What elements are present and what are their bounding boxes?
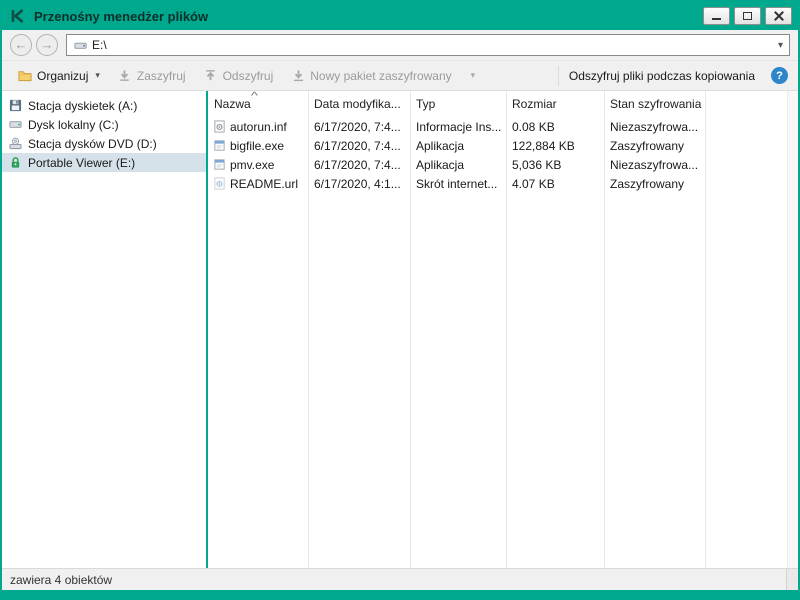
main-area: Stacja dyskietek (A:) Dysk lokalny (C:) …	[2, 91, 798, 568]
hard-drive-icon	[8, 117, 23, 132]
file-name: bigfile.exe	[230, 139, 284, 153]
toolbar: Organizuj ▾ Zaszyfruj Odszyfruj Nowy pak…	[2, 61, 798, 91]
window-controls	[703, 7, 792, 25]
maximize-icon	[743, 12, 752, 20]
file-row[interactable]: README.url 6/17/2020, 4:1... Skrót inter…	[208, 174, 798, 193]
file-row[interactable]: pmv.exe 6/17/2020, 7:4... Aplikacja 5,03…	[208, 155, 798, 174]
file-encryption-status: Niezaszyfrowa...	[604, 158, 704, 172]
resize-grip[interactable]	[786, 569, 798, 590]
decrypt-label: Odszyfruj	[223, 69, 274, 83]
encrypt-label: Zaszyfruj	[137, 69, 186, 83]
column-header-encryption[interactable]: Stan szyfrowania	[604, 97, 704, 111]
file-type: Aplikacja	[410, 158, 506, 172]
system-file-icon	[212, 120, 226, 134]
file-size: 0.08 KB	[506, 120, 604, 134]
file-list-pane: ^ Nazwa Data modyfika... Typ Rozmiar Sta…	[208, 91, 798, 568]
column-headers: Nazwa Data modyfika... Typ Rozmiar Stan …	[208, 91, 798, 117]
drive-icon	[73, 38, 87, 52]
dvd-drive-icon	[8, 136, 23, 151]
sidebar-item-label: Dysk lokalny (C:)	[28, 118, 119, 132]
url-file-icon	[212, 177, 226, 191]
application-file-icon	[212, 158, 226, 172]
file-type: Aplikacja	[410, 139, 506, 153]
file-row[interactable]: bigfile.exe 6/17/2020, 7:4... Aplikacja …	[208, 136, 798, 155]
status-text: zawiera 4 obiektów	[10, 573, 112, 587]
sidebar-item-label: Portable Viewer (E:)	[28, 156, 135, 170]
file-encryption-status: Niezaszyfrowa...	[604, 120, 704, 134]
encrypt-arrow-icon	[118, 69, 132, 83]
back-button[interactable]: ←	[10, 34, 32, 56]
minimize-icon	[712, 18, 721, 20]
sidebar-item-local-c[interactable]: Dysk lokalny (C:)	[2, 115, 206, 134]
help-button[interactable]: ?	[771, 67, 788, 84]
window-title: Przenośny menedżer plików	[34, 9, 208, 24]
application-file-icon	[212, 139, 226, 153]
sidebar-item-dvd-d[interactable]: Stacja dysków DVD (D:)	[2, 134, 206, 153]
column-header-size[interactable]: Rozmiar	[506, 97, 604, 111]
app-window: Przenośny menedżer plików ← → E:\ ▾ Orga…	[0, 0, 800, 600]
file-name: autorun.inf	[230, 120, 287, 134]
new-encrypted-package-label: Nowy pakiet zaszyfrowany	[310, 69, 451, 83]
file-modified: 6/17/2020, 7:4...	[308, 120, 410, 134]
sidebar-item-portable-viewer-e[interactable]: Portable Viewer (E:)	[2, 153, 206, 172]
new-package-dropdown-icon[interactable]: ▾	[471, 70, 476, 81]
navigation-bar: ← → E:\ ▾	[2, 30, 798, 61]
decrypt-button[interactable]: Odszyfruj	[198, 66, 280, 86]
file-encryption-status: Zaszyfrowany	[604, 139, 704, 153]
minimize-button[interactable]	[703, 7, 730, 25]
file-name: README.url	[230, 177, 298, 191]
file-modified: 6/17/2020, 4:1...	[308, 177, 410, 191]
maximize-button[interactable]	[734, 7, 761, 25]
sidebar-item-label: Stacja dyskietek (A:)	[28, 99, 137, 113]
toolbar-separator	[558, 66, 559, 86]
folder-icon	[18, 69, 32, 83]
column-header-modified[interactable]: Data modyfika...	[308, 97, 410, 111]
new-encrypted-package-button[interactable]: Nowy pakiet zaszyfrowany ▾	[285, 66, 481, 86]
file-type: Skrót internet...	[410, 177, 506, 191]
organize-label: Organizuj	[37, 69, 88, 83]
question-mark-icon: ?	[776, 70, 783, 82]
encrypt-button[interactable]: Zaszyfruj	[112, 66, 192, 86]
package-arrow-icon	[291, 69, 305, 83]
drive-tree: Stacja dyskietek (A:) Dysk lokalny (C:) …	[2, 91, 206, 568]
organize-dropdown-icon: ▾	[95, 70, 100, 81]
decrypt-on-copy-button[interactable]: Odszyfruj pliki podczas kopiowania	[565, 66, 759, 86]
window-bottom-border	[2, 590, 798, 598]
sort-ascending-icon: ^	[251, 91, 258, 102]
title-bar: Przenośny menedżer plików	[2, 2, 798, 30]
forward-button[interactable]: →	[36, 34, 58, 56]
file-size: 122,884 KB	[506, 139, 604, 153]
close-button[interactable]	[765, 7, 792, 25]
file-modified: 6/17/2020, 7:4...	[308, 158, 410, 172]
address-text: E:\	[92, 38, 107, 52]
file-type: Informacje Ins...	[410, 120, 506, 134]
file-modified: 6/17/2020, 7:4...	[308, 139, 410, 153]
sidebar-item-floppy-a[interactable]: Stacja dyskietek (A:)	[2, 96, 206, 115]
organize-button[interactable]: Organizuj ▾	[12, 66, 106, 86]
column-header-type[interactable]: Typ	[410, 97, 506, 111]
file-row[interactable]: autorun.inf 6/17/2020, 7:4... Informacje…	[208, 117, 798, 136]
decrypt-arrow-icon	[204, 69, 218, 83]
sidebar-item-label: Stacja dysków DVD (D:)	[28, 137, 157, 151]
floppy-icon	[8, 98, 23, 113]
file-encryption-status: Zaszyfrowany	[604, 177, 704, 191]
status-bar: zawiera 4 obiektów	[2, 568, 798, 590]
file-size: 4.07 KB	[506, 177, 604, 191]
address-dropdown-icon[interactable]: ▾	[778, 40, 783, 51]
file-name: pmv.exe	[230, 158, 274, 172]
close-icon	[774, 11, 784, 21]
kaspersky-logo-icon	[8, 6, 28, 26]
address-bar[interactable]: E:\ ▾	[66, 34, 790, 56]
file-size: 5,036 KB	[506, 158, 604, 172]
green-lock-icon	[8, 155, 23, 170]
